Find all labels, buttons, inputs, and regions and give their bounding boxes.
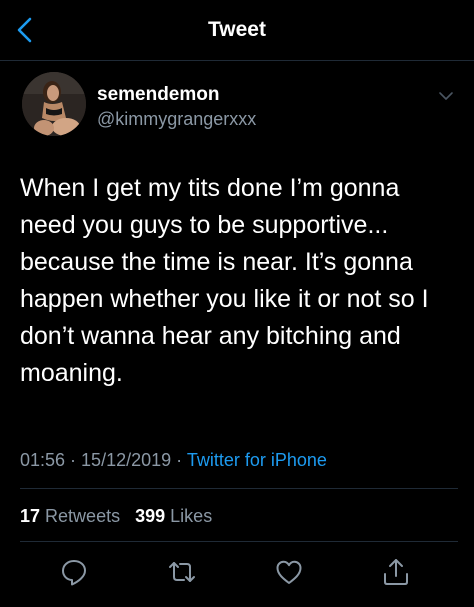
chevron-down-icon[interactable]: [438, 90, 454, 102]
tweet-line: because the time is near. It’s gonna: [20, 248, 413, 276]
avatar[interactable]: [22, 72, 86, 136]
retweet-icon[interactable]: [167, 557, 197, 587]
reply-icon[interactable]: [59, 557, 89, 587]
action-bar: [0, 557, 474, 587]
tweet-line: When I get my tits done I’m gonna: [20, 174, 400, 202]
tweet-line: moaning.: [20, 359, 123, 387]
retweets-label: Retweets: [45, 506, 121, 526]
likes-label: Likes: [170, 506, 213, 526]
tweet-line: happen whether you like it or not so I: [20, 285, 429, 313]
author-display-name[interactable]: semendemon: [97, 84, 219, 106]
retweets-count: 17: [20, 506, 41, 526]
avatar-photo: [22, 72, 86, 136]
tweet-line: need you guys to be supportive...: [20, 211, 389, 239]
meta-separator: ·: [65, 450, 82, 470]
divider: [20, 488, 458, 489]
meta-separator: ·: [171, 450, 187, 470]
divider: [20, 541, 458, 542]
share-icon[interactable]: [381, 557, 411, 587]
tweet-source-link[interactable]: Twitter for iPhone: [187, 450, 327, 470]
page-title: Tweet: [208, 18, 266, 41]
tweet-line: don’t wanna hear any bitching and: [20, 322, 401, 350]
tweet-metadata: 01:56 · 15/12/2019 · Twitter for iPhone: [20, 450, 327, 471]
like-icon[interactable]: [274, 557, 304, 587]
retweets-stat[interactable]: 17 Retweets: [20, 506, 120, 526]
tweet-text: When I get my tits done I’m gonna need y…: [20, 170, 458, 392]
likes-stat[interactable]: 399 Likes: [135, 506, 212, 526]
author-handle[interactable]: @kimmygrangerxxx: [97, 109, 256, 130]
tweet-stats: 17 Retweets 399 Likes: [20, 506, 212, 527]
likes-count: 399: [135, 506, 166, 526]
tweet-time: 01:56: [20, 450, 66, 470]
tweet-date: 15/12/2019: [81, 450, 172, 470]
nav-bar: Tweet: [0, 0, 474, 61]
